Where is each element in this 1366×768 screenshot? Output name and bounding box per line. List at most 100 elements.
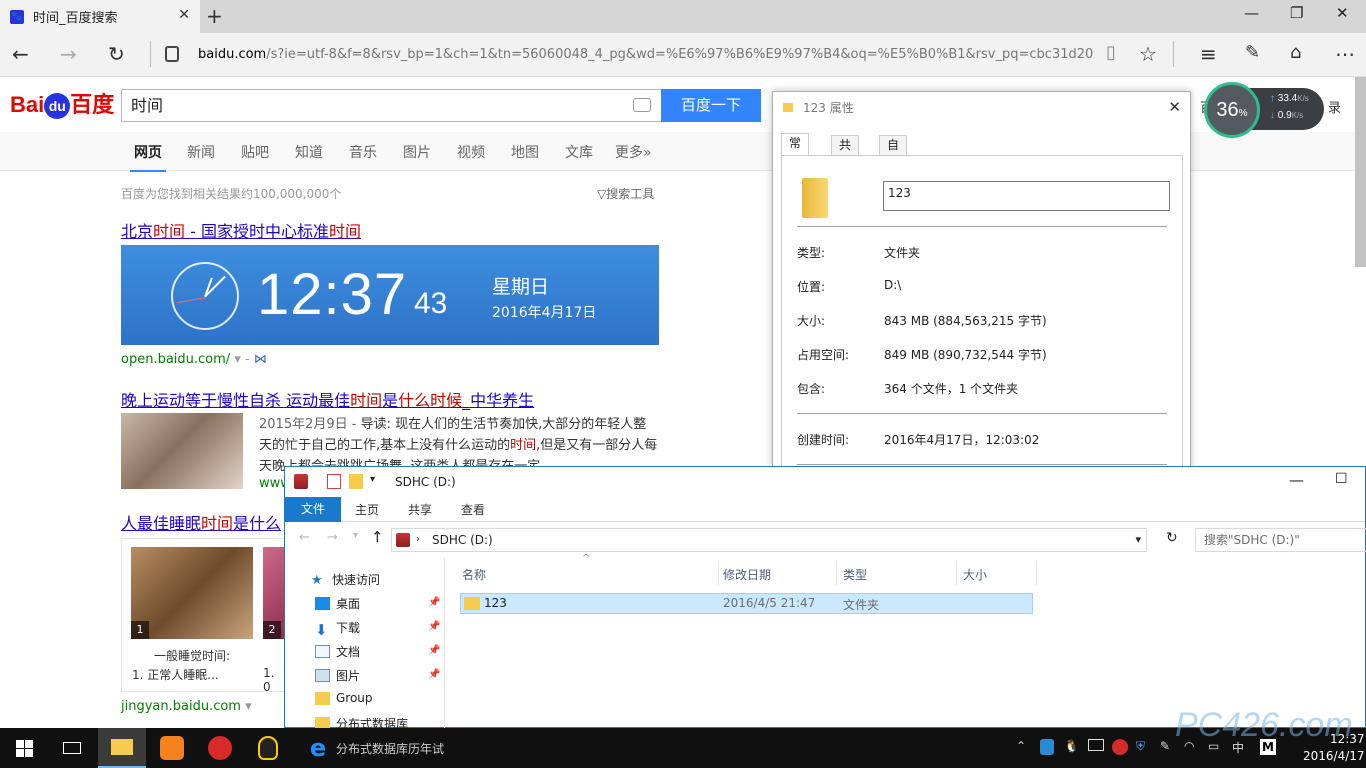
ribbon-tab-share[interactable]: 共享	[408, 501, 432, 518]
prop-value-disk-size: 849 MB (890,732,544 字节)	[884, 348, 1047, 362]
explorer-refresh-icon[interactable]: ↻	[1166, 530, 1178, 546]
pin-icon[interactable]: 📌	[428, 621, 440, 632]
pin-icon[interactable]: 📌	[428, 597, 440, 608]
dialog-titlebar[interactable]: 123 属性	[773, 92, 1190, 122]
browser-tab[interactable]: 🐾 时间_百度搜索 ✕	[0, 0, 200, 33]
explorer-back-icon[interactable]: ←	[299, 530, 310, 545]
tab-web[interactable]: 网页	[130, 142, 166, 172]
ribbon-tab-view[interactable]: 查看	[461, 501, 485, 518]
ribbon-tab-home[interactable]: 主页	[355, 501, 379, 518]
baidu-logo[interactable]: Bai du 百度	[10, 87, 114, 120]
tab-music[interactable]: 音乐	[349, 142, 377, 162]
tray-shield-icon[interactable]: ⛨	[1136, 739, 1145, 754]
start-button[interactable]	[0, 728, 48, 768]
address-bar[interactable]: baidu.com/s?ie=utf-8&f=8&rsv_bp=1&ch=1&t…	[198, 42, 1093, 68]
show-hidden-icons[interactable]: ⌃	[1016, 739, 1026, 753]
nav-group[interactable]: Group	[315, 691, 373, 705]
search-tools[interactable]: ▽搜索工具	[597, 185, 654, 202]
result-url-3[interactable]: jingyan.baidu.com ▾	[121, 699, 252, 714]
result-thumbnail[interactable]	[121, 413, 243, 489]
column-type[interactable]: 类型	[843, 566, 867, 583]
taskbar-task-text[interactable]: 分布式数据库历年试	[336, 740, 444, 757]
page-scrollbar[interactable]	[1355, 77, 1366, 267]
reading-view-icon[interactable]: ▯	[1106, 42, 1116, 63]
refresh-icon[interactable]: ↻	[108, 42, 125, 66]
result-url-1[interactable]: open.baidu.com/ ▾ - ⋈	[121, 352, 267, 367]
tab-map[interactable]: 地图	[511, 142, 539, 162]
explorer-maximize-button[interactable]: ☐	[1335, 471, 1348, 487]
file-row[interactable]: 123 2016/4/5 21:47 文件夹	[460, 593, 1033, 614]
column-name[interactable]: 名称	[462, 566, 486, 583]
explorer-address-bar[interactable]: › SDHC (D:) ▾	[391, 528, 1147, 552]
close-window-button[interactable]: ✕	[1336, 4, 1349, 22]
close-tab-icon[interactable]: ✕	[178, 7, 190, 23]
taskbar-edge[interactable]: e	[294, 728, 342, 768]
favorite-star-icon[interactable]: ☆	[1139, 42, 1157, 66]
pin-icon[interactable]: 📌	[428, 645, 440, 656]
explorer-minimize-button[interactable]: —	[1289, 471, 1304, 489]
web-note-icon[interactable]: ✎	[1245, 42, 1260, 63]
login-link[interactable]: 录	[1328, 97, 1341, 116]
new-folder-icon[interactable]	[349, 474, 363, 489]
properties-check-icon[interactable]	[327, 474, 341, 489]
tab-zhidao[interactable]: 知道	[295, 142, 323, 162]
new-tab-button[interactable]: +	[206, 4, 223, 28]
nav-quick-access[interactable]: ★ 快速访问	[311, 571, 380, 588]
tab-more[interactable]: 更多»	[615, 142, 652, 162]
maximize-button[interactable]: ❐	[1290, 4, 1303, 22]
date: 2016年4月17日	[492, 305, 597, 321]
result-title-3[interactable]: 人最佳睡眠时间是什么	[121, 510, 281, 534]
nav-desktop[interactable]: 桌面	[315, 595, 360, 612]
forward-arrow-icon[interactable]: →	[60, 42, 77, 66]
taskbar-uc-browser[interactable]	[148, 728, 196, 768]
tray-qq-icon[interactable]: 🐧	[1064, 739, 1079, 753]
gallery-image-1[interactable]: 1	[131, 547, 253, 639]
tray-netease-icon[interactable]	[1112, 739, 1128, 755]
down-value: 0.9	[1277, 110, 1292, 121]
nav-pictures[interactable]: 图片	[315, 667, 360, 684]
pin-icon[interactable]: 📌	[428, 669, 440, 680]
tab-tieba[interactable]: 贴吧	[241, 142, 269, 162]
address-dropdown-icon[interactable]: ▾	[1135, 529, 1141, 551]
taskbar-netease-music[interactable]	[196, 728, 244, 768]
r2-t4: 什么时候	[398, 391, 463, 410]
nav-documents[interactable]: 文档	[315, 643, 360, 660]
tab-video[interactable]: 视频	[457, 142, 485, 162]
column-size[interactable]: 大小	[963, 566, 987, 583]
tab-customize[interactable]: 自定义	[879, 135, 908, 188]
recent-dropdown-icon[interactable]: ▾	[353, 530, 358, 541]
tab-general[interactable]: 常规	[781, 133, 810, 168]
hub-icon[interactable]: ≡	[1200, 42, 1217, 66]
folder-name-field[interactable]: 123	[883, 181, 1170, 211]
result-title-2[interactable]: 晚上运动等于慢性自杀 运动最佳时间是什么时候_中华养生	[121, 387, 534, 411]
tab-sharing[interactable]: 共享	[831, 135, 860, 170]
column-date[interactable]: 修改日期	[723, 566, 771, 583]
nav-downloads[interactable]: ⬇ 下载	[315, 619, 360, 639]
taskbar-qq[interactable]	[244, 728, 292, 768]
explorer-search-input[interactable]: 搜索"SDHC (D:)"	[1195, 528, 1366, 552]
result-title-1[interactable]: 北京时间 - 国家授时中心标准时间	[121, 218, 361, 242]
tab-images[interactable]: 图片	[403, 142, 431, 162]
tab-wenku[interactable]: 文库	[565, 142, 593, 162]
explorer-titlebar[interactable]: ▾ SDHC (D:) — ☐	[285, 467, 1365, 497]
taskbar-file-explorer[interactable]	[98, 728, 146, 768]
search-input[interactable]: 时间	[121, 89, 661, 122]
explorer-title: SDHC (D:)	[395, 475, 456, 489]
task-view-button[interactable]	[48, 728, 96, 768]
explorer-forward-icon[interactable]: →	[327, 530, 338, 545]
up-arrow-icon[interactable]: ↑	[371, 528, 384, 546]
customize-qa-icon[interactable]: ▾	[370, 474, 384, 489]
tray-app-icon[interactable]	[1040, 739, 1054, 755]
tab-news[interactable]: 新闻	[187, 142, 215, 162]
back-arrow-icon[interactable]: ←	[12, 42, 29, 66]
more-icon[interactable]: ⋯	[1335, 42, 1355, 66]
minimize-button[interactable]: —	[1244, 4, 1259, 22]
close-dialog-button[interactable]: ✕	[1168, 98, 1181, 116]
network-speed-widget[interactable]: 36% ↑ 33.4K/s ↓ 0.9K/s	[1204, 82, 1324, 138]
tray-pen-icon[interactable]: ✎	[1160, 739, 1170, 753]
tray-device-icon[interactable]	[1088, 739, 1104, 751]
ribbon-tab-file[interactable]: 文件	[285, 497, 341, 522]
search-button[interactable]: 百度一下	[661, 89, 761, 122]
camera-icon[interactable]	[633, 98, 651, 112]
share-icon[interactable]: ⌂	[1290, 42, 1301, 63]
